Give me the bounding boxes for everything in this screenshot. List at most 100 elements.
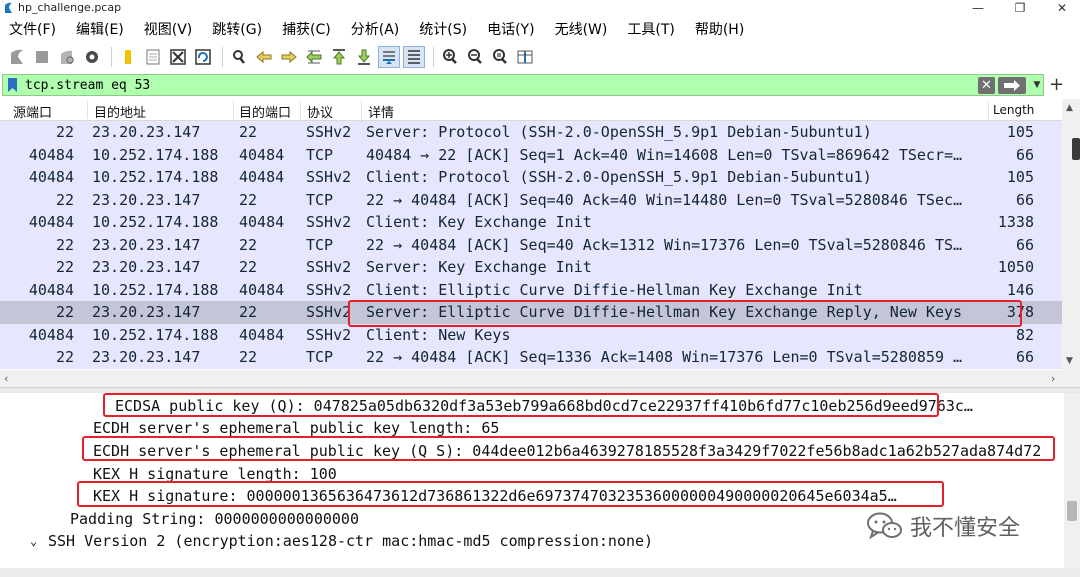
packet-row[interactable]: 40484 10.252.174.188 40484 TCP 40484 → 22 [A… — [0, 143, 1062, 166]
expand-chevron-down-icon[interactable]: ⌄ — [30, 530, 37, 552]
column-header-dst-port[interactable]: 目的端口 — [239, 102, 291, 121]
toolbar-separator — [433, 47, 434, 67]
cell-src-port: 22 — [55, 123, 74, 141]
scroll-down-arrow-icon[interactable]: ▼ — [1066, 356, 1073, 366]
go-first-packet-icon[interactable] — [328, 46, 350, 68]
details-scroll-thumb[interactable] — [1067, 501, 1077, 521]
packet-row[interactable]: 22 23.20.23.147 22 TCP 22 → 40484 [ACK] Seq=… — [0, 188, 1062, 211]
close-button[interactable]: ✕ — [1047, 0, 1077, 17]
cell-dst-addr: 10.252.174.188 — [92, 325, 219, 344]
column-header-length[interactable]: Length — [993, 103, 1034, 117]
column-header-info[interactable]: 详情 — [368, 102, 394, 121]
column-divider[interactable] — [87, 101, 88, 119]
detail-padding-string[interactable]: Padding String: 0000000000000000 — [70, 508, 359, 530]
menu-wireless[interactable]: 无线(W) — [546, 19, 619, 39]
detail-ssh-version[interactable]: SSH Version 2 (encryption:aes128-ctr mac… — [48, 530, 653, 552]
minimize-button[interactable]: — — [963, 0, 993, 17]
cell-dst-port: 40484 — [239, 325, 285, 344]
menu-go[interactable]: 跳转(G) — [203, 19, 273, 39]
packet-row[interactable]: 22 23.20.23.147 22 SSHv2 Server: Key Exchang… — [0, 256, 1062, 279]
packet-list-header: 源端口 目的地址 目的端口 协议 详情 Length — [0, 99, 1062, 121]
column-header-protocol[interactable]: 协议 — [307, 102, 333, 121]
status-bar — [0, 568, 1080, 577]
packet-row[interactable]: 22 23.20.23.147 22 SSHv2 Server: Protocol (S… — [0, 121, 1062, 144]
cell-src-port: 22 — [55, 348, 74, 366]
packet-row[interactable]: 22 23.20.23.147 22 TCP 22 → 40484 [ACK] Seq=… — [0, 233, 1062, 256]
cell-protocol: SSHv2 — [306, 123, 352, 141]
column-divider[interactable] — [233, 101, 234, 119]
cell-dst-port: 22 — [239, 235, 258, 254]
menu-tools[interactable]: 工具(T) — [618, 19, 685, 39]
menu-telephony[interactable]: 电话(Y) — [478, 19, 545, 39]
clear-filter-icon[interactable]: ✕ — [978, 77, 995, 94]
restart-capture-icon[interactable] — [56, 46, 78, 68]
menu-file[interactable]: 文件(F) — [0, 19, 67, 39]
resize-columns-icon[interactable] — [514, 46, 536, 68]
find-packet-magnifier-icon[interactable] — [228, 46, 250, 68]
zoom-out-icon[interactable] — [464, 46, 486, 68]
restore-button[interactable]: ❐ — [1005, 0, 1035, 17]
column-header-src-port[interactable]: 源端口 — [13, 102, 52, 121]
cell-info: Client: Key Exchange Init — [366, 213, 592, 231]
scroll-left-chevron-icon[interactable]: ‹ — [4, 372, 8, 385]
column-divider[interactable] — [361, 101, 362, 119]
cell-dst-port: 40484 — [239, 168, 285, 186]
scroll-up-arrow-icon[interactable]: ▲ — [1066, 103, 1073, 113]
display-filter-bar: ✕ ▼ + — [0, 73, 1080, 98]
column-divider[interactable] — [988, 101, 989, 119]
packet-row[interactable]: 40484 10.252.174.188 40484 SSHv2 Client: Key… — [0, 211, 1062, 234]
go-back-arrow-icon[interactable] — [253, 46, 275, 68]
filter-bookmark-icon[interactable] — [7, 77, 18, 93]
highlight-box-ecdh-key — [82, 436, 1055, 461]
packet-minimap-thumb[interactable] — [1072, 138, 1080, 160]
autoscroll-icon[interactable] — [378, 46, 400, 68]
go-forward-arrow-icon[interactable] — [278, 46, 300, 68]
packet-row[interactable]: 40484 10.252.174.188 40484 SSHv2 Client: Pro… — [0, 166, 1062, 189]
cell-dst-port: 40484 — [239, 145, 285, 164]
display-filter-box: ✕ ▼ — [2, 74, 1044, 96]
cell-info: 40484 → 22 [ACK] Seq=1 Ack=40 Win=14608 … — [366, 145, 963, 164]
details-vertical-scrollbar[interactable] — [1064, 393, 1080, 577]
colorize-icon[interactable] — [403, 46, 425, 68]
packet-row[interactable]: 40484 10.252.174.188 40484 SSHv2 Client: Ell… — [0, 278, 1062, 301]
start-capture-fin-icon[interactable] — [6, 46, 28, 68]
menu-edit[interactable]: 编辑(E) — [67, 19, 135, 39]
capture-options-gear-icon[interactable] — [81, 46, 103, 68]
scroll-right-chevron-icon[interactable]: › — [1051, 372, 1055, 385]
cell-src-port: 22 — [55, 190, 74, 209]
packet-list-horizontal-scrollbar[interactable]: ‹ › — [0, 370, 1080, 387]
save-file-icon[interactable] — [142, 46, 164, 68]
add-filter-button-plus-icon[interactable]: + — [1049, 75, 1064, 95]
cell-dst-port: 22 — [239, 258, 258, 276]
cell-dst-addr: 10.252.174.188 — [92, 280, 219, 299]
packet-row[interactable]: 22 23.20.23.147 22 TCP 22 → 40484 [ACK] Seq=… — [0, 346, 1062, 369]
column-divider[interactable] — [300, 101, 301, 119]
close-file-icon[interactable] — [167, 46, 189, 68]
cell-dst-addr: 23.20.23.147 — [92, 258, 201, 276]
cell-dst-port: 40484 — [239, 213, 285, 231]
cell-info: 22 → 40484 [ACK] Seq=40 Ack=40 Win=14480… — [366, 190, 963, 209]
filter-history-chevron-down-icon[interactable]: ▼ — [1030, 77, 1044, 94]
cell-dst-addr: 23.20.23.147 — [92, 303, 201, 321]
zoom-reset-icon[interactable] — [489, 46, 511, 68]
cell-info: 22 → 40484 [ACK] Seq=1336 Ack=1408 Win=1… — [366, 348, 963, 366]
apply-filter-arrow-icon[interactable] — [998, 77, 1026, 94]
go-to-packet-icon[interactable] — [303, 46, 325, 68]
menu-statistics[interactable]: 统计(S) — [410, 19, 478, 39]
go-last-packet-icon[interactable] — [353, 46, 375, 68]
zoom-in-icon[interactable] — [439, 46, 461, 68]
cell-protocol: TCP — [306, 190, 334, 209]
menu-capture[interactable]: 捕获(C) — [273, 19, 342, 39]
cell-src-port: 40484 — [28, 168, 74, 186]
stop-capture-icon[interactable] — [31, 46, 53, 68]
menu-analyze[interactable]: 分析(A) — [342, 19, 411, 39]
cell-dst-port: 22 — [239, 348, 258, 366]
cell-dst-addr: 23.20.23.147 — [92, 123, 201, 141]
menu-help[interactable]: 帮助(H) — [686, 19, 755, 39]
open-file-icon[interactable] — [117, 46, 139, 68]
reload-file-icon[interactable] — [192, 46, 214, 68]
display-filter-input[interactable] — [25, 77, 925, 94]
cell-info: Server: Protocol (SSH-2.0-OpenSSH_5.9p1 … — [366, 123, 872, 141]
column-header-dst-addr[interactable]: 目的地址 — [94, 102, 146, 121]
menu-view[interactable]: 视图(V) — [135, 19, 204, 39]
